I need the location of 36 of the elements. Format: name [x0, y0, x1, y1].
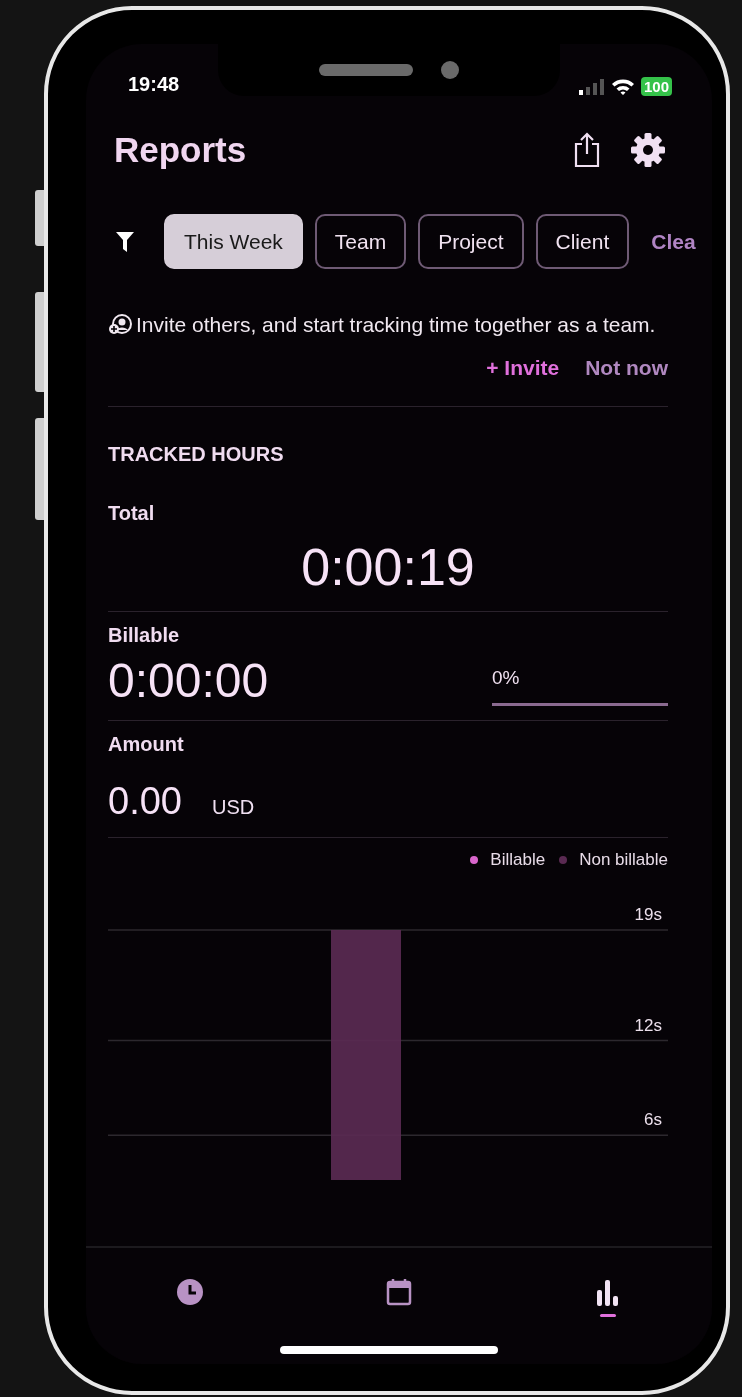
filter-chip[interactable]: Team — [314, 214, 407, 269]
billable-label: Billable — [108, 624, 181, 647]
legend-label: Non billable — [579, 850, 668, 870]
share-icon[interactable] — [572, 132, 602, 168]
legend-label: Billable — [490, 850, 546, 870]
filter-chip[interactable]: Project — [418, 214, 524, 269]
active-indicator — [599, 1314, 616, 1317]
wifi-icon — [610, 78, 635, 95]
amount-value: 0.00 — [108, 780, 182, 823]
status-time: 19:48 — [128, 73, 180, 96]
filter-icon[interactable] — [116, 231, 134, 252]
axis-label: 19s — [634, 905, 662, 924]
calendar-icon — [386, 1278, 412, 1306]
clear-link[interactable]: Clea — [651, 229, 696, 254]
billable-percentage: 0% — [492, 667, 521, 689]
total-duration: 0:00:19 — [301, 537, 475, 597]
bar-chart-icon — [594, 1278, 621, 1306]
currency: USD — [211, 796, 255, 819]
axis-label: 6s — [644, 1110, 662, 1130]
invite-button[interactable]: + Invite — [486, 356, 560, 380]
filter-chip[interactable]: This Week — [164, 214, 303, 269]
settings-icon[interactable] — [630, 132, 666, 168]
page-title: Reports — [114, 130, 247, 170]
battery-level: 100 — [640, 77, 672, 96]
camera — [441, 61, 459, 79]
signal-icon — [578, 78, 605, 95]
total-label: Total — [108, 502, 156, 525]
clock-icon — [176, 1278, 205, 1306]
add-user-icon — [108, 313, 132, 335]
filter-chip[interactable]: Client — [535, 214, 630, 269]
not-now-button[interactable]: Not now — [585, 356, 668, 380]
amount-label: Amount — [108, 733, 185, 756]
section-heading: TRACKED HOURS — [108, 443, 285, 466]
axis-label: 12s — [634, 1015, 662, 1035]
invite-message: Invite others, and start tracking time together as a team. — [108, 309, 656, 340]
billable-duration: 0:00:00 — [108, 653, 269, 708]
